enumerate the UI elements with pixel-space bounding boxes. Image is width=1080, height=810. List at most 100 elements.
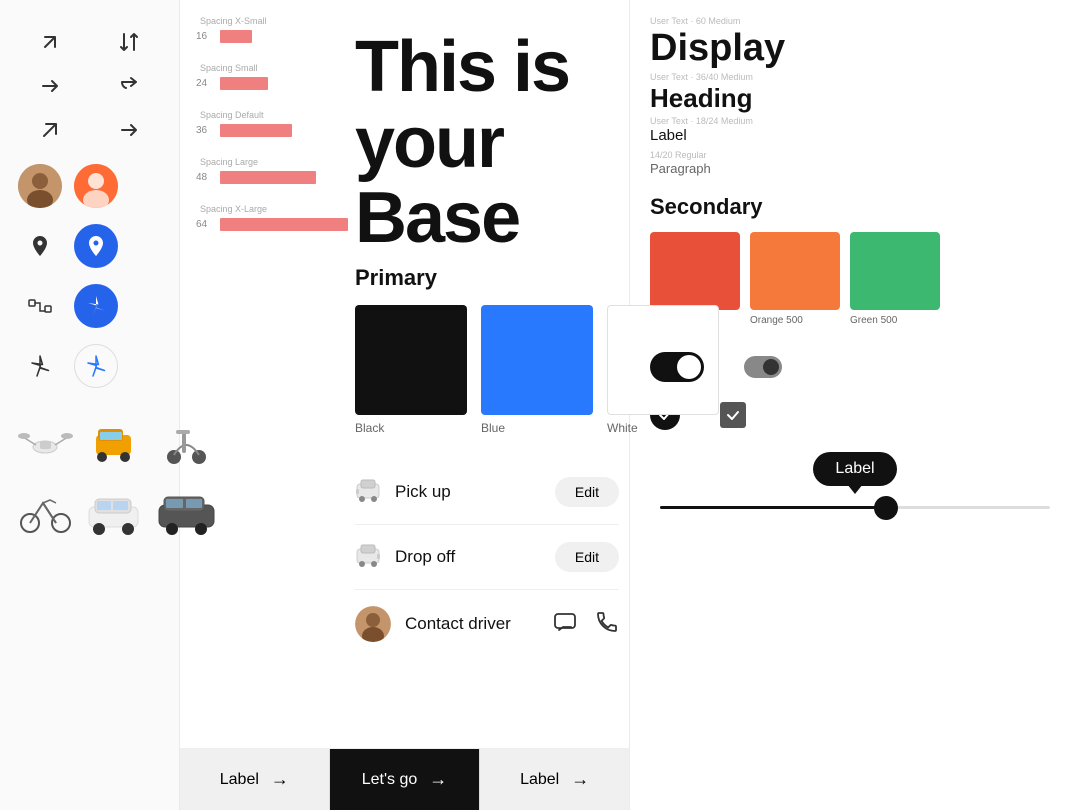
swatch-white-name: White [607,421,719,435]
vehicle-drone[interactable] [18,412,73,472]
swatch-black [355,305,467,415]
hero-text: This is your Base [355,30,619,257]
lets-go-button[interactable]: Let's go → [330,749,480,810]
hero-line2: your Base [355,103,519,259]
swatch-orange [750,232,840,310]
contact-label: Contact driver [405,614,539,634]
page-container: Spacing X-Small 16 Spacing Small 24 Spac… [0,0,1080,810]
location-icon-blue[interactable] [74,224,118,268]
tooltip-bubble: Label [813,452,896,486]
vehicle-auto[interactable] [81,412,146,472]
spacing-section: Spacing X-Small 16 Spacing Small 24 Spac… [196,16,351,251]
vehicle-bike[interactable] [18,480,73,540]
spacing-default-bar [220,124,292,137]
toggle-off-knob [763,359,779,375]
icon-grid-top [10,20,169,152]
arrow-curve-icon[interactable] [94,68,166,104]
display-text: Display [650,27,1060,70]
hero-title: This is your Base [355,30,619,257]
tooltip-label: Label [835,460,874,477]
contact-row: Contact driver [355,590,619,658]
swatch-orange-item: Orange 500 [750,232,840,326]
heading-text: Heading [650,83,1060,114]
nav-icon-row-2 [10,280,169,332]
swatch-green-name: Green 500 [850,315,940,326]
avatar-photo[interactable] [18,164,62,208]
label-left-text: Label [220,771,259,789]
spacing-large-value: 48 [196,172,214,183]
ride-section: Pick up Edit Drop off [355,460,619,658]
pickup-row: Pick up Edit [355,460,619,525]
spacing-large: Spacing Large 48 [196,157,351,184]
swatch-blue-item: Blue [481,305,593,435]
compass-icon-blue[interactable] [74,284,118,328]
slider-container [650,494,1060,509]
lets-go-text: Let's go [362,771,418,789]
arrow-right-icon[interactable] [14,68,86,104]
arrow-up-right-icon[interactable] [14,112,86,148]
heading-hint: User Text · 36/40 Medium [650,72,1060,82]
label-left-button[interactable]: Label → [180,749,330,810]
slider-thumb[interactable] [874,496,898,520]
display-hint: User Text · 60 Medium [650,16,1060,26]
checkbox-square[interactable] [720,402,746,428]
swatch-green-item: Green 500 [850,232,940,326]
pickup-label: Pick up [395,482,541,502]
route-icon-plain[interactable] [18,284,62,328]
spacing-xlarge: Spacing X-Large 64 [196,204,351,231]
contact-action-icons [553,610,619,639]
spacing-xsmall-value: 16 [196,31,214,42]
secondary-label: Secondary [650,194,1060,220]
primary-colors-section: Primary Black Blue White [355,265,619,435]
label-right-button[interactable]: Label → [479,749,629,810]
primary-colors-label: Primary [355,265,619,291]
label-hint: User Text · 18/24 Medium [650,116,1060,126]
bottom-bar: Label → Let's go → Label → [180,748,629,810]
arrows-swap-icon[interactable] [94,24,166,60]
nav-icon-row-3 [10,340,169,392]
paragraph-text: Paragraph [650,161,1060,176]
paragraph-hint: 14/20 Regular [650,150,1060,160]
pickup-icon [355,476,381,508]
map-icon-plain[interactable] [18,344,62,388]
driver-avatar [355,606,391,642]
label-text: Label [650,127,1060,144]
message-icon[interactable] [553,610,577,639]
spacing-xsmall-bar [220,30,252,43]
map-icon-outline[interactable] [74,344,118,388]
middle-column: Spacing X-Small 16 Spacing Small 24 Spac… [180,0,630,810]
lets-go-arrow: → [429,769,447,790]
spacing-xsmall: Spacing X-Small 16 [196,16,351,43]
swatch-green [850,232,940,310]
dropoff-edit-button[interactable]: Edit [555,542,619,572]
dropoff-label: Drop off [395,547,541,567]
spacing-xlarge-value: 64 [196,219,214,230]
avatar-orange[interactable] [74,164,118,208]
spacing-large-bar [220,171,316,184]
spacing-small: Spacing Small 24 [196,63,351,90]
spacing-xlarge-label: Spacing X-Large [196,204,351,214]
label-right-text: Label [520,771,559,789]
phone-icon[interactable] [595,610,619,639]
arrows-diagonal-icon[interactable] [14,24,86,60]
slider-track [660,506,1050,509]
location-icon-plain[interactable] [18,224,62,268]
avatar-row [10,160,169,212]
primary-swatches: Black Blue White [355,305,619,435]
slider-fill [660,506,886,509]
vehicle-car-white[interactable] [81,480,146,540]
arrow-right2-icon[interactable] [94,112,166,148]
toggle-on[interactable] [650,352,704,382]
toggle-off-small[interactable] [744,356,782,378]
content-area: Spacing X-Small 16 Spacing Small 24 Spac… [0,0,1080,810]
swatch-blue [481,305,593,415]
spacing-small-bar [220,77,268,90]
spacing-default-value: 36 [196,125,214,136]
spacing-default-label: Spacing Default [196,110,351,120]
pickup-edit-button[interactable]: Edit [555,477,619,507]
spacing-large-label: Spacing Large [196,157,351,167]
dropoff-row: Drop off Edit [355,525,619,590]
spacing-default: Spacing Default 36 [196,110,351,137]
swatch-orange-name: Orange 500 [750,315,840,326]
dropoff-icon [355,541,381,573]
